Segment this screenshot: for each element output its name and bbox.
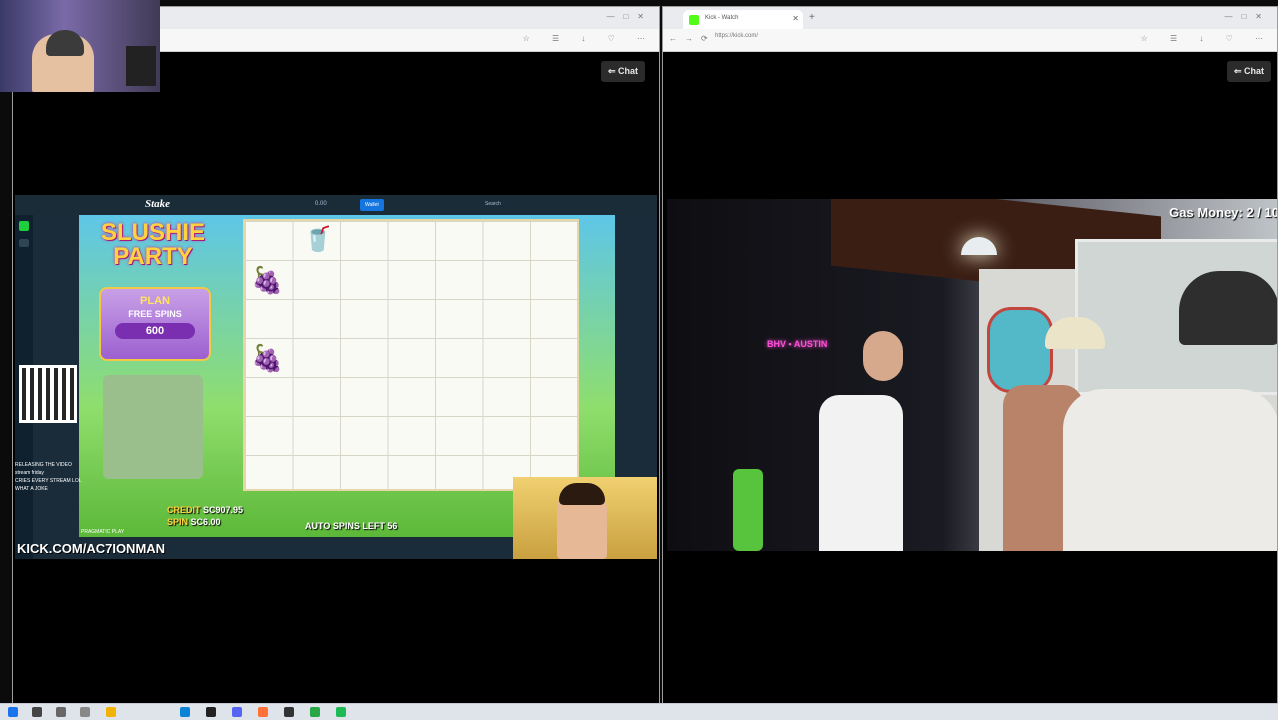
right-browser-window: Kick - Watch ✕ + —□✕ ←→⟳ https://kick.co… xyxy=(662,6,1278,706)
webcam-monitor xyxy=(126,46,156,86)
right-toolbar-icons[interactable]: ☆ ☰ ↓ ♡ ⋯ xyxy=(1141,34,1273,43)
person-white-shirt-head xyxy=(863,331,903,381)
task-view-icon[interactable] xyxy=(56,707,66,717)
person-tank-top-cap xyxy=(1179,271,1277,345)
right-tab[interactable]: Kick - Watch ✕ xyxy=(683,10,803,29)
neon-sign: BHV • AUSTIN xyxy=(767,339,828,349)
wallet-button: Wallet xyxy=(360,199,384,211)
search-link: Search xyxy=(485,201,501,207)
game-title: SLUSHIE PARTY xyxy=(100,219,205,270)
person-white-shirt xyxy=(819,395,903,551)
free-spins-value: 600 xyxy=(115,323,195,339)
stream-overlay-goal: Gas Money: 2 / 10 xyxy=(1169,205,1278,220)
streamer-webcam xyxy=(0,0,160,92)
bet-display: SPIN SC6.00 xyxy=(167,517,221,527)
left-stream-video: Stake 0.00 Wallet Search SLUSHIE PARTY P… xyxy=(15,195,657,559)
stream-chat-overlay: RELEASING THE VIDEO stream friday CRIES … xyxy=(15,462,82,492)
casino-logo: Stake xyxy=(145,198,171,210)
provider-label: PRAGMATIC PLAY xyxy=(81,529,125,535)
grape-icon: 🍇 xyxy=(251,343,284,373)
right-address-bar[interactable]: ←→⟳ https://kick.com/ ☆ ☰ ↓ ♡ ⋯ xyxy=(663,29,1277,52)
person-tank-top xyxy=(1063,389,1277,551)
start-icon[interactable] xyxy=(8,707,18,717)
terminal-icon[interactable] xyxy=(206,707,216,717)
grape-icon: 🍇 xyxy=(251,265,284,295)
firefox-icon[interactable] xyxy=(258,707,268,717)
casino-topbar: Stake 0.00 Wallet Search xyxy=(15,195,657,215)
right-stream-video: BHV • AUSTIN Gas Money: 2 / 10 xyxy=(667,199,1278,551)
free-spins-panel: PLAN FREE SPINS 600 xyxy=(99,287,211,361)
kick-favicon xyxy=(689,15,699,25)
left-browser-window: —□✕ ☆ ☰ ↓ ♡ ⋯ ⇐ Chat Stake 0.00 Wallet S… xyxy=(12,6,660,706)
search-icon[interactable] xyxy=(32,707,42,717)
chat-icon: ⇐ xyxy=(1233,66,1244,76)
taskbar xyxy=(0,703,1278,720)
right-window-controls[interactable]: —□✕ xyxy=(1224,12,1271,21)
blurred-panel xyxy=(103,375,203,479)
kick-url: KICK.COM/AC7IONMAN xyxy=(17,541,166,556)
facecam-hair xyxy=(559,483,605,505)
green-scooter xyxy=(733,469,763,551)
discord-icon[interactable] xyxy=(232,707,242,717)
new-tab-icon[interactable]: + xyxy=(809,12,815,23)
slushie-cup-icon: 🥤 xyxy=(303,226,333,253)
balance-display: 0.00 xyxy=(315,201,327,207)
right-tab-bar: Kick - Watch ✕ + —□✕ xyxy=(663,7,1277,29)
right-url[interactable]: https://kick.com/ xyxy=(715,33,758,39)
edge-icon[interactable] xyxy=(180,707,190,717)
chat-icon: ⇐ xyxy=(607,66,618,76)
left-chat-button[interactable]: ⇐ Chat xyxy=(600,61,645,82)
app-icon[interactable] xyxy=(310,707,320,717)
credit-display: CREDIT SC907.95 xyxy=(167,505,244,515)
explorer-icon[interactable] xyxy=(106,707,116,717)
obs-icon[interactable] xyxy=(284,707,294,717)
slot-grid: 🥤 🍇 🍇 xyxy=(243,219,579,491)
facecam-overlay xyxy=(513,477,657,559)
left-window-controls[interactable]: —□✕ xyxy=(606,12,653,21)
webcam-headphones xyxy=(46,30,84,56)
auto-spins-label: AUTO SPINS LEFT 56 xyxy=(305,521,398,531)
qr-code xyxy=(19,365,77,423)
widgets-icon[interactable] xyxy=(80,707,90,717)
close-tab-icon[interactable]: ✕ xyxy=(792,14,799,23)
left-toolbar-icons[interactable]: ☆ ☰ ↓ ♡ ⋯ xyxy=(523,34,655,43)
nav-icons[interactable]: ←→⟳ xyxy=(669,34,716,43)
right-chat-button[interactable]: ⇐ Chat xyxy=(1226,61,1271,82)
menu-sign xyxy=(987,307,1053,393)
spotify-icon[interactable] xyxy=(336,707,346,717)
